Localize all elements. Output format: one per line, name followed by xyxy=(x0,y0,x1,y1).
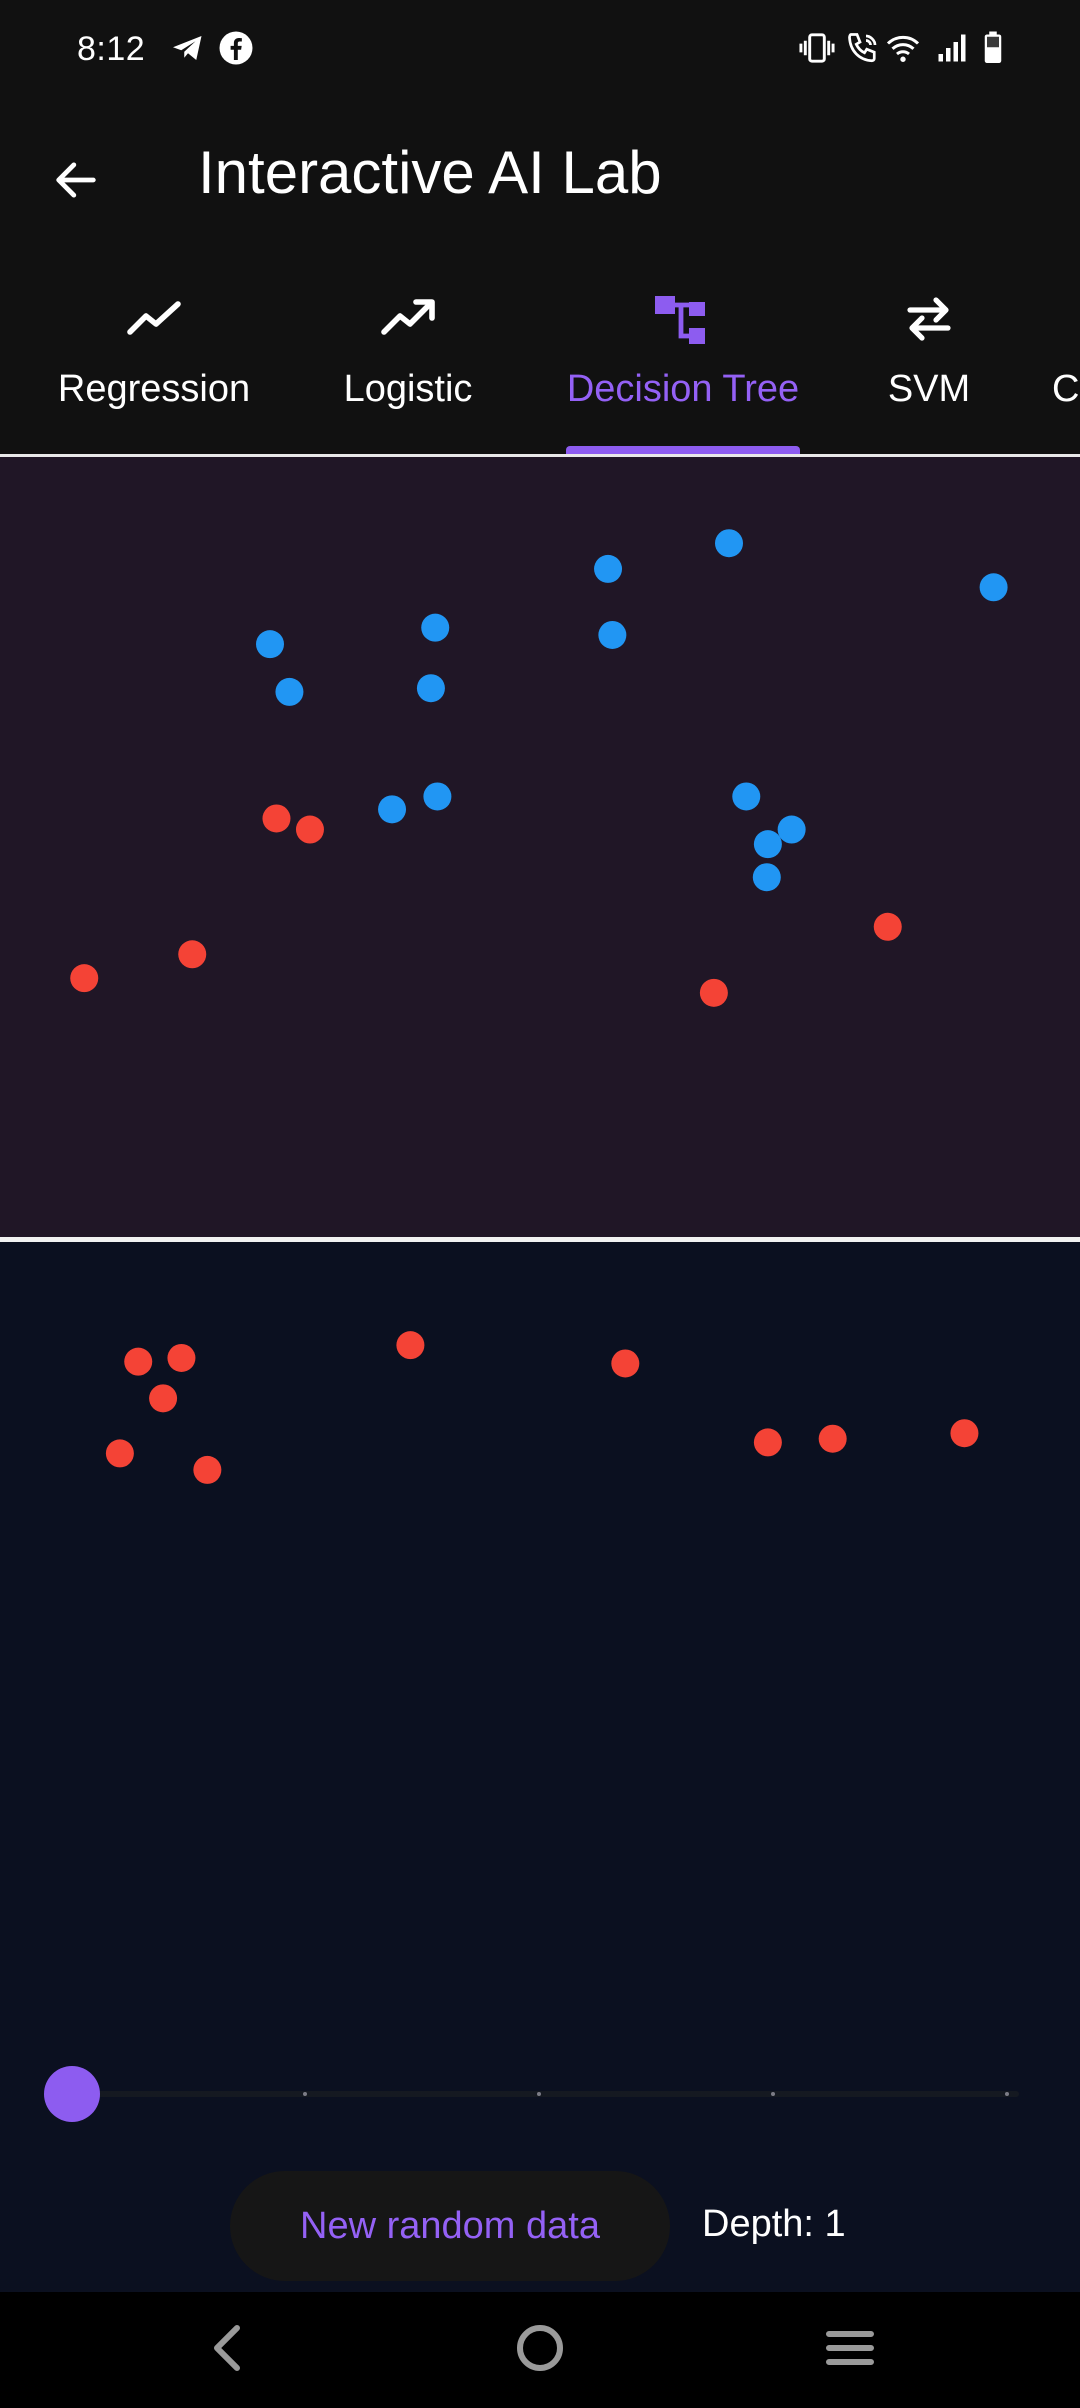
blue-data-point xyxy=(275,677,304,706)
slider-tick xyxy=(1005,2092,1009,2096)
blue-data-point xyxy=(378,795,407,824)
trending-line-icon xyxy=(124,294,184,347)
vibrate-icon xyxy=(798,30,836,71)
blue-data-point xyxy=(416,674,445,703)
blue-data-point xyxy=(732,782,761,811)
arrow-left-icon xyxy=(50,154,102,211)
red-data-point xyxy=(873,912,902,941)
tab-label: SVM xyxy=(887,368,971,410)
blue-data-point xyxy=(753,830,782,859)
tab-label: Regression xyxy=(57,368,251,410)
nav-back-icon xyxy=(205,2322,249,2379)
blue-data-point xyxy=(715,529,743,558)
tab-logistic[interactable]: Logistic xyxy=(330,258,486,454)
blue-data-point xyxy=(423,782,452,811)
depth-label: Depth: 1 xyxy=(702,2203,846,2245)
blue-data-point xyxy=(421,613,450,642)
blue-data-point xyxy=(979,573,1008,602)
slider-thumb[interactable] xyxy=(44,2066,100,2122)
tab-bar: Regression Logistic Decision Tree SVM C xyxy=(0,258,1080,454)
depth-slider[interactable] xyxy=(44,2064,1019,2124)
nav-home-button[interactable] xyxy=(500,2310,580,2390)
facebook-icon xyxy=(218,30,254,71)
nav-back-button[interactable] xyxy=(187,2310,267,2390)
wifi-calling-icon xyxy=(845,30,881,71)
nav-recents-button[interactable] xyxy=(810,2310,890,2390)
trending-up-icon xyxy=(378,294,438,347)
slider-tick xyxy=(303,2092,307,2096)
red-data-point xyxy=(124,1347,153,1376)
scatter-points xyxy=(70,529,1008,1484)
slider-tick xyxy=(537,2092,541,2096)
red-data-point xyxy=(950,1419,979,1448)
red-data-point xyxy=(611,1349,640,1378)
account-tree-icon xyxy=(653,294,713,353)
red-data-point xyxy=(149,1384,178,1413)
status-bar: 8:12 xyxy=(0,0,1080,98)
wifi-icon xyxy=(884,30,922,71)
battery-icon xyxy=(980,30,1006,71)
blue-data-point xyxy=(752,863,781,892)
back-button[interactable] xyxy=(36,142,116,222)
swap-arrows-icon xyxy=(902,294,956,347)
red-data-point xyxy=(70,964,99,993)
red-data-point xyxy=(262,804,291,833)
tab-label: Logistic xyxy=(343,368,473,410)
screen: 8:12 Interactive AI Lab Regression Logis… xyxy=(0,0,1080,2408)
red-data-point xyxy=(396,1331,425,1360)
blue-data-point xyxy=(594,554,623,583)
decision-tree-plot[interactable] xyxy=(0,457,1080,2292)
tab-svm[interactable]: SVM xyxy=(870,258,988,454)
red-data-point xyxy=(105,1439,134,1468)
new-random-data-button[interactable]: New random data xyxy=(230,2171,670,2281)
app-bar: Interactive AI Lab xyxy=(0,98,1080,258)
red-data-point xyxy=(295,815,324,844)
red-data-point xyxy=(753,1428,782,1457)
blue-data-point xyxy=(777,815,806,844)
slider-track xyxy=(72,2091,1019,2097)
slider-tick xyxy=(771,2092,775,2096)
red-data-point xyxy=(699,978,728,1007)
status-time: 8:12 xyxy=(77,30,146,68)
cellular-signal-icon xyxy=(934,30,970,71)
tab-indicator xyxy=(566,446,800,454)
nav-recents-icon xyxy=(823,2326,877,2375)
system-nav-bar xyxy=(0,2292,1080,2408)
red-data-point xyxy=(193,1455,222,1484)
tab-more[interactable]: C xyxy=(1052,258,1080,454)
blue-data-point xyxy=(598,620,627,649)
tab-regression[interactable]: Regression xyxy=(46,258,262,454)
red-data-point xyxy=(167,1343,196,1372)
blue-data-point xyxy=(256,630,284,659)
red-data-point xyxy=(818,1424,847,1453)
telegram-icon xyxy=(170,30,206,71)
tab-label: Decision Tree xyxy=(566,368,800,410)
nav-home-icon xyxy=(514,2322,566,2379)
red-data-point xyxy=(178,940,207,969)
tab-decision-tree[interactable]: Decision Tree xyxy=(550,258,816,454)
page-title: Interactive AI Lab xyxy=(198,139,662,206)
tab-label: C xyxy=(1052,368,1080,410)
